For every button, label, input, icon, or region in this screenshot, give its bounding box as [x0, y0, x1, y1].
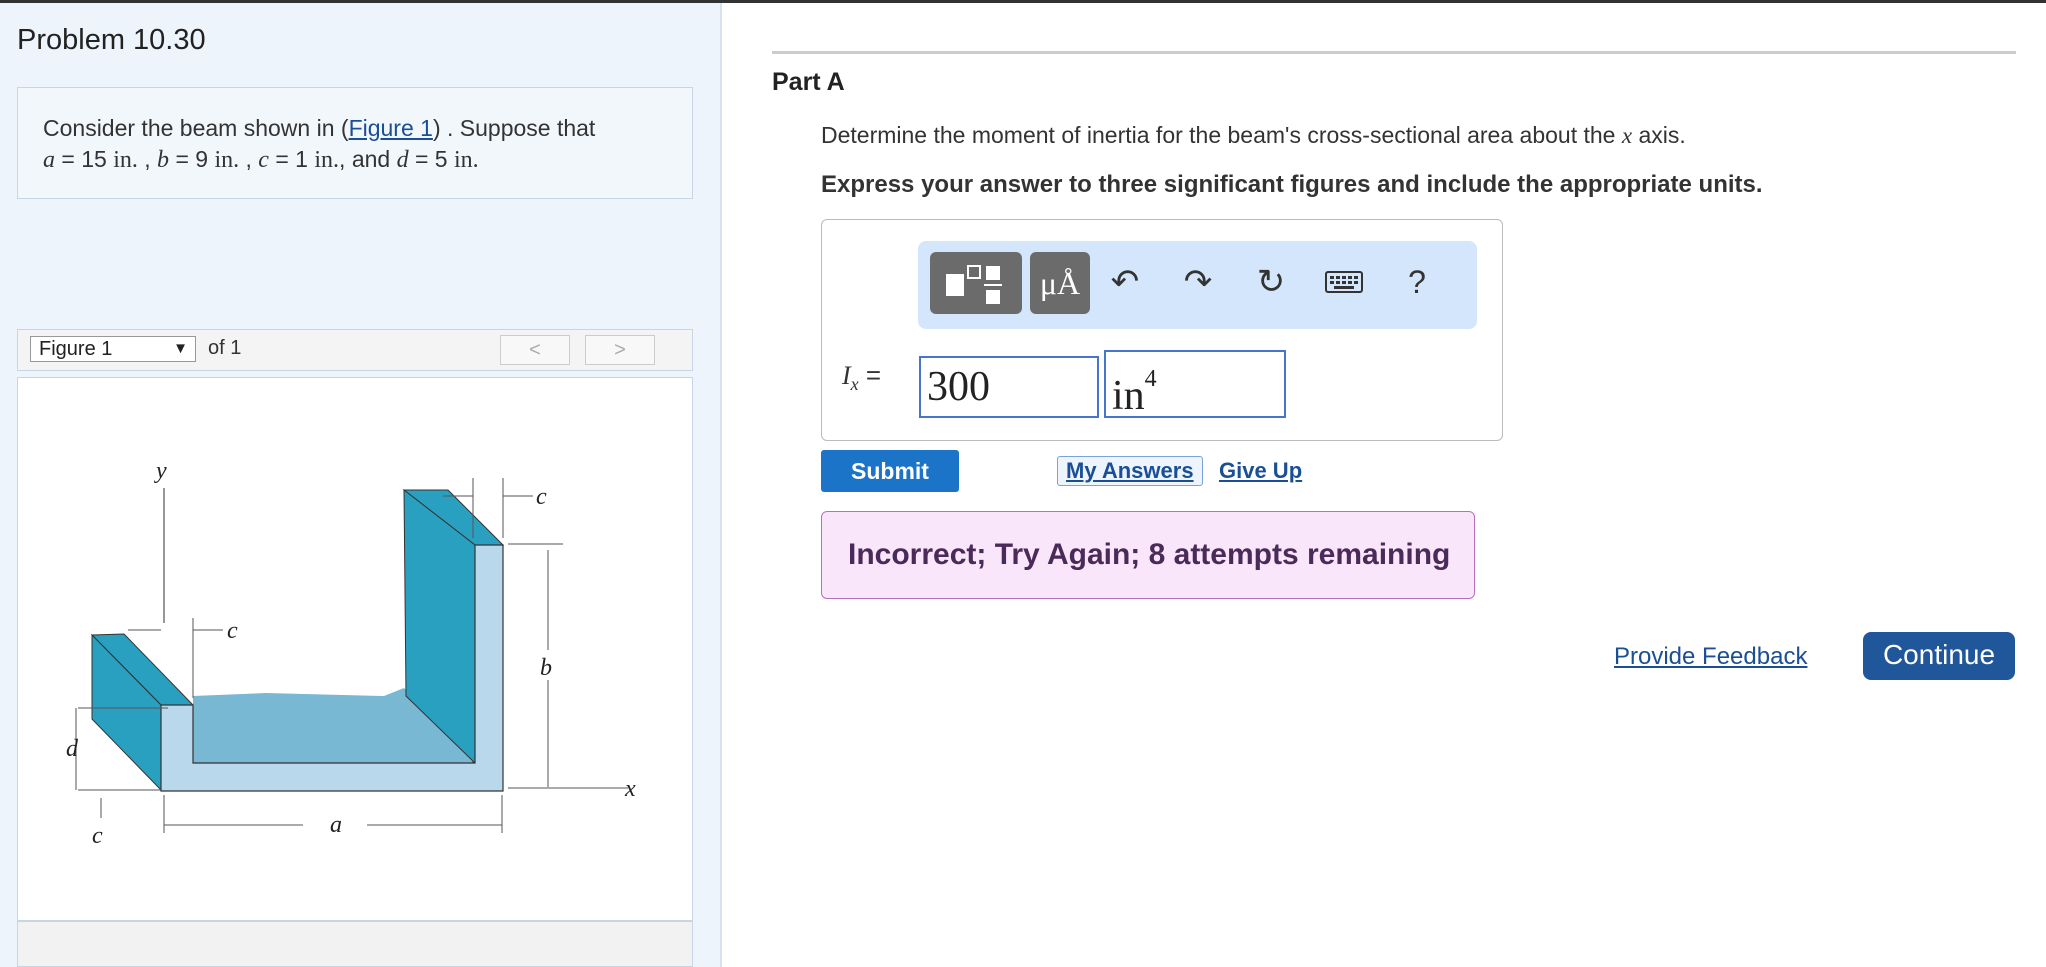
intro-prefix: Consider the beam shown in (	[43, 115, 349, 141]
label-c-mid: c	[227, 618, 238, 644]
instruction-text: Express your answer to three significant…	[821, 171, 1763, 198]
label-c-bottom: c	[92, 823, 103, 849]
continue-button[interactable]: Continue	[1863, 632, 2015, 680]
var-d: d	[396, 147, 409, 173]
answer-box: μÅ ↶ ↷ ↻ ? Ix = 300 in4	[821, 219, 1503, 441]
unit-a: in.	[113, 147, 138, 173]
problem-title: Problem 10.30	[17, 24, 206, 56]
answer-value-input[interactable]: 300	[919, 356, 1099, 418]
answer-unit-exp: 4	[1144, 366, 1157, 392]
unit-b: in.	[214, 147, 240, 173]
help-icon[interactable]: ?	[1395, 261, 1439, 303]
value-c: 1	[295, 146, 308, 172]
value-b: 9	[195, 146, 209, 172]
question-prefix: Determine the moment of inertia for the …	[821, 122, 1616, 148]
give-up-link[interactable]: Give Up	[1219, 458, 1302, 484]
previous-figure-button[interactable]: <	[500, 335, 570, 365]
templates-button[interactable]	[930, 252, 1022, 314]
figure-select-value: Figure 1	[39, 338, 113, 360]
figure-link[interactable]: Figure 1	[349, 115, 433, 141]
label-c-top: c	[536, 484, 547, 510]
sep-3: ,	[339, 146, 346, 172]
intro-suffix: ) . Suppose that	[432, 115, 596, 141]
sep-1: ,	[144, 146, 151, 172]
question-suffix: axis.	[1638, 122, 1686, 148]
var-b: b	[157, 147, 170, 173]
feedback-message: Incorrect; Try Again; 8 attempts remaini…	[821, 511, 1475, 599]
answer-label-main: I	[842, 361, 851, 390]
sep-2: ,	[245, 146, 252, 172]
answer-label-sub: x	[850, 374, 859, 395]
equals-a: =	[61, 146, 75, 172]
label-d: d	[66, 736, 79, 762]
submit-button[interactable]: Submit	[821, 450, 959, 492]
figure-footer	[17, 921, 693, 967]
answer-unit: in	[1112, 373, 1145, 419]
answer-unit-input[interactable]: in4	[1104, 350, 1286, 419]
next-figure-button[interactable]: >	[585, 335, 655, 365]
keyboard-icon[interactable]	[1322, 261, 1366, 305]
part-title: Part A	[772, 68, 845, 96]
undo-icon[interactable]: ↶	[1103, 261, 1147, 303]
answer-label: Ix =	[842, 360, 881, 395]
math-toolbar: μÅ ↶ ↷ ↻ ?	[918, 241, 1477, 329]
value-a: 15	[81, 146, 107, 172]
figure-select[interactable]: Figure 1 ▼	[30, 336, 196, 362]
problem-statement: Consider the beam shown in (Figure 1) . …	[17, 87, 693, 199]
var-c: c	[258, 147, 269, 173]
units-button[interactable]: μÅ	[1030, 252, 1090, 314]
question-text: Determine the moment of inertia for the …	[821, 122, 1686, 149]
answer-label-eq: =	[865, 360, 882, 390]
dropdown-arrow-icon: ▼	[173, 340, 188, 357]
label-x: x	[624, 776, 636, 802]
provide-feedback-link[interactable]: Provide Feedback	[1614, 643, 1807, 671]
my-answers-button[interactable]: My Answers	[1057, 456, 1203, 486]
label-a: a	[330, 812, 342, 838]
reset-icon[interactable]: ↻	[1249, 261, 1293, 303]
beam-diagram: a b x y c c d c	[66, 458, 636, 849]
value-d: 5	[434, 146, 448, 172]
question-var: x	[1621, 123, 1633, 148]
section-divider	[772, 51, 2016, 54]
and-word: and	[351, 146, 391, 172]
equals-b: =	[175, 146, 189, 172]
unit-d: in.	[453, 147, 479, 173]
templates-icon	[946, 265, 1002, 304]
figure-canvas: a b x y c c d c	[17, 377, 693, 921]
label-y: y	[154, 458, 167, 484]
figure-count: of 1	[208, 337, 242, 359]
label-b: b	[540, 655, 552, 681]
equals-c: =	[275, 146, 289, 172]
unit-c: in.	[314, 147, 340, 173]
var-a: a	[43, 147, 55, 173]
figure-navigation-bar: Figure 1 ▼ of 1 < >	[17, 329, 693, 371]
equals-d: =	[414, 146, 429, 172]
redo-icon[interactable]: ↷	[1176, 261, 1220, 303]
